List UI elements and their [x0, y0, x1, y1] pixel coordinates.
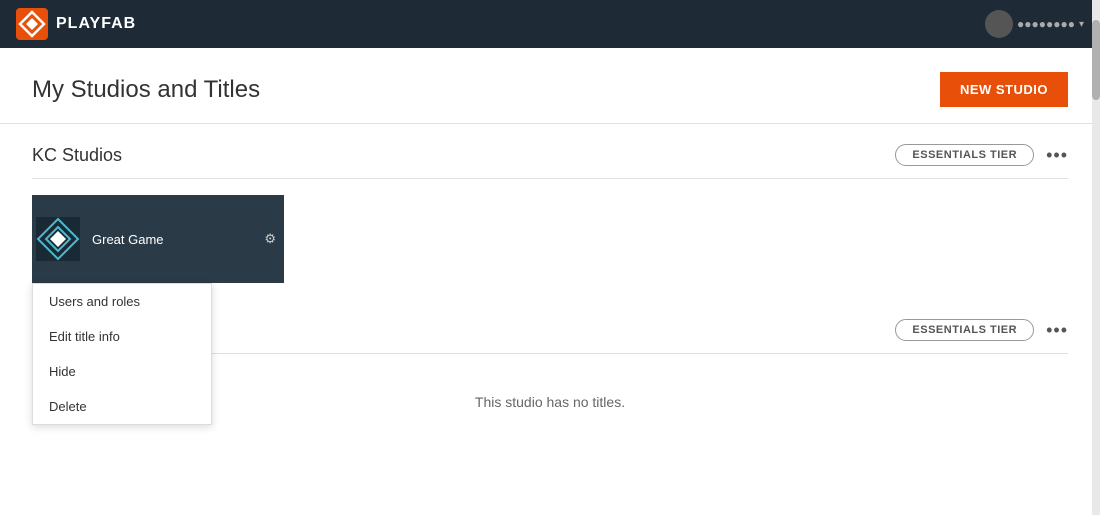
- playfab-logo-icon: [16, 8, 48, 40]
- chevron-down-icon: ▾: [1079, 19, 1084, 30]
- app-header: PLAYFAB ●●●●●●●● ▾: [0, 0, 1100, 48]
- scrollbar-thumb[interactable]: [1092, 20, 1100, 100]
- dropdown-item-delete[interactable]: Delete: [33, 389, 211, 424]
- game-logo-svg: [32, 213, 84, 265]
- dropdown-item-edit-title[interactable]: Edit title info: [33, 319, 211, 354]
- game-icon: [32, 195, 84, 283]
- essentials-badge-kc: ESSENTIALS TIER: [895, 144, 1034, 166]
- game-card-great-game[interactable]: Great Game ⚙ Users and roles Edit title …: [32, 195, 232, 283]
- studio-header-right-kc: ESSENTIALS TIER •••: [895, 144, 1068, 166]
- account-avatar: [985, 10, 1013, 38]
- game-title-label: Great Game: [92, 232, 164, 247]
- titles-area-kc: Great Game ⚙ Users and roles Edit title …: [32, 179, 1068, 299]
- page-header: My Studios and Titles NEW STUDIO: [0, 48, 1100, 124]
- scrollbar-track[interactable]: [1092, 0, 1100, 515]
- new-studio-button[interactable]: NEW STUDIO: [940, 72, 1068, 107]
- studio-name-kc: KC Studios: [32, 145, 122, 166]
- card-top: Great Game ⚙: [32, 195, 232, 283]
- logo-text: PLAYFAB: [56, 15, 136, 33]
- dropdown-item-hide[interactable]: Hide: [33, 354, 211, 389]
- game-card-icon: [32, 195, 84, 283]
- game-dropdown-menu: Users and roles Edit title info Hide Del…: [32, 283, 212, 425]
- dropdown-item-users-roles[interactable]: Users and roles: [33, 284, 211, 319]
- studio-more-button-msdocs[interactable]: •••: [1046, 321, 1068, 339]
- game-title-bar: Great Game ⚙: [84, 195, 284, 283]
- logo-container: PLAYFAB: [16, 8, 136, 40]
- page-title: My Studios and Titles: [32, 76, 260, 104]
- studio-more-button-kc[interactable]: •••: [1046, 146, 1068, 164]
- studio-header-right-msdocs: ESSENTIALS TIER •••: [895, 319, 1068, 341]
- header-right: ●●●●●●●● ▾: [985, 10, 1084, 38]
- gear-icon[interactable]: ⚙: [264, 231, 276, 247]
- account-menu[interactable]: ●●●●●●●● ▾: [985, 10, 1084, 38]
- studio-section-kc: KC Studios ESSENTIALS TIER •••: [0, 124, 1100, 299]
- studio-header-kc: KC Studios ESSENTIALS TIER •••: [32, 124, 1068, 179]
- account-label: ●●●●●●●●: [1017, 17, 1075, 31]
- essentials-badge-msdocs: ESSENTIALS TIER: [895, 319, 1034, 341]
- main-content: My Studios and Titles NEW STUDIO KC Stud…: [0, 48, 1100, 515]
